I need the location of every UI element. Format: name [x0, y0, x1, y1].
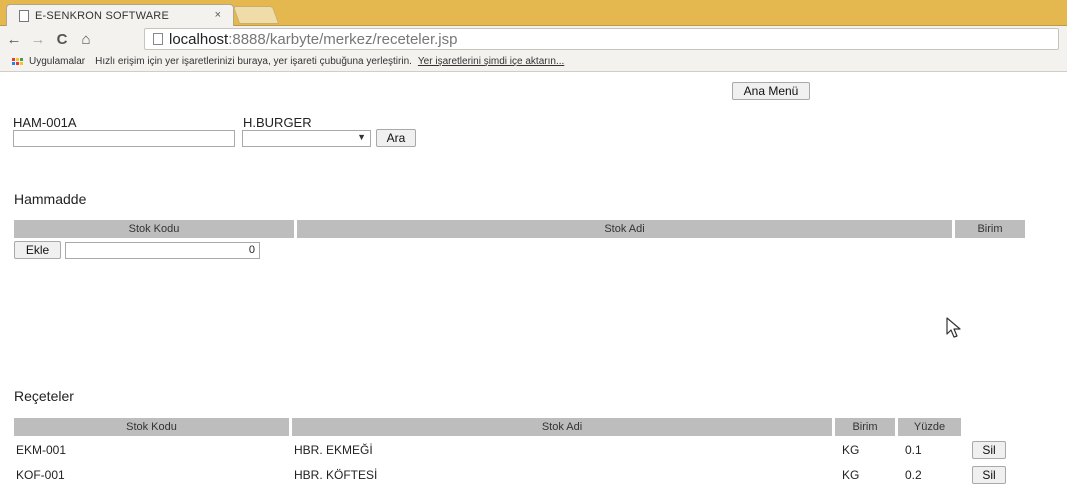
apps-link[interactable]: Uygulamalar: [29, 56, 85, 67]
search-button[interactable]: Ara: [376, 129, 416, 147]
column-header-percent: Yüzde: [898, 418, 961, 436]
product-label: H.BURGER: [243, 115, 312, 130]
row-stock-code: KOF-001: [16, 468, 65, 482]
address-bar[interactable]: localhost:8888/karbyte/merkez/receteler.…: [144, 28, 1059, 50]
row-percent: 0.2: [905, 468, 922, 482]
product-select[interactable]: ▼: [242, 130, 371, 147]
bookmarks-bar: Uygulamalar Hızlı erişim için yer işaret…: [0, 52, 1067, 72]
dropdown-arrow-icon: ▼: [357, 132, 366, 142]
raw-material-table-header: Stok Kodu Stok Adi Birim: [14, 220, 1025, 238]
browser-tab[interactable]: E-SENKRON SOFTWARE ×: [6, 4, 234, 27]
home-icon[interactable]: ⌂: [76, 31, 96, 48]
row-unit: KG: [842, 468, 860, 482]
page-icon: [153, 33, 163, 45]
stock-code-input[interactable]: [13, 130, 235, 147]
mouse-cursor-icon: [946, 317, 961, 338]
add-button[interactable]: Ekle: [14, 241, 61, 259]
row-stock-code: EKM-001: [16, 443, 67, 457]
back-icon[interactable]: ←: [4, 31, 24, 48]
tab-close-icon[interactable]: ×: [215, 9, 221, 21]
raw-material-title: Hammadde: [14, 191, 87, 207]
column-header-stock-name: Stok Adi: [292, 418, 832, 436]
quantity-input[interactable]: 0: [65, 242, 260, 259]
bookmarks-hint: Hızlı erişim için yer işaretlerinizi bur…: [95, 56, 412, 67]
column-header-stock-code: Stok Kodu: [14, 220, 294, 238]
apps-icon[interactable]: [12, 58, 23, 65]
column-header-stock-name: Stok Adi: [297, 220, 952, 238]
new-tab-button[interactable]: [232, 6, 280, 24]
row-percent: 0.1: [905, 443, 922, 457]
delete-button[interactable]: Sil: [972, 466, 1006, 484]
delete-button[interactable]: Sil: [972, 441, 1006, 459]
row-stock-name: HBR. EKMEĞİ: [294, 443, 373, 457]
import-bookmarks-link[interactable]: Yer işaretlerini şimdi içe aktarın...: [418, 56, 564, 67]
forward-icon[interactable]: →: [28, 31, 48, 48]
row-unit: KG: [842, 443, 860, 457]
column-header-stock-code: Stok Kodu: [14, 418, 289, 436]
browser-toolbar: ← → C ⌂ localhost:8888/karbyte/merkez/re…: [0, 26, 1067, 52]
tab-title: E-SENKRON SOFTWARE: [35, 10, 169, 22]
table-row: KOF-001 HBR. KÖFTESİ KG 0.2 Sil: [14, 466, 1014, 484]
column-header-unit: Birim: [955, 220, 1025, 238]
url-host: localhost: [169, 30, 229, 48]
column-header-unit: Birim: [835, 418, 895, 436]
recipes-title: Reçeteler: [14, 388, 74, 404]
recipes-table-header: Stok Kodu Stok Adi Birim Yüzde: [14, 418, 964, 436]
row-stock-name: HBR. KÖFTESİ: [294, 468, 378, 482]
table-row: EKM-001 HBR. EKMEĞİ KG 0.1 Sil: [14, 441, 1014, 459]
page-icon: [19, 10, 29, 22]
browser-tab-bar: E-SENKRON SOFTWARE ×: [0, 0, 1067, 27]
main-menu-button[interactable]: Ana Menü: [732, 82, 810, 100]
stock-code-label: HAM-001A: [13, 115, 77, 130]
url-path: :8888/karbyte/merkez/receteler.jsp: [228, 30, 458, 48]
reload-icon[interactable]: C: [52, 31, 72, 48]
